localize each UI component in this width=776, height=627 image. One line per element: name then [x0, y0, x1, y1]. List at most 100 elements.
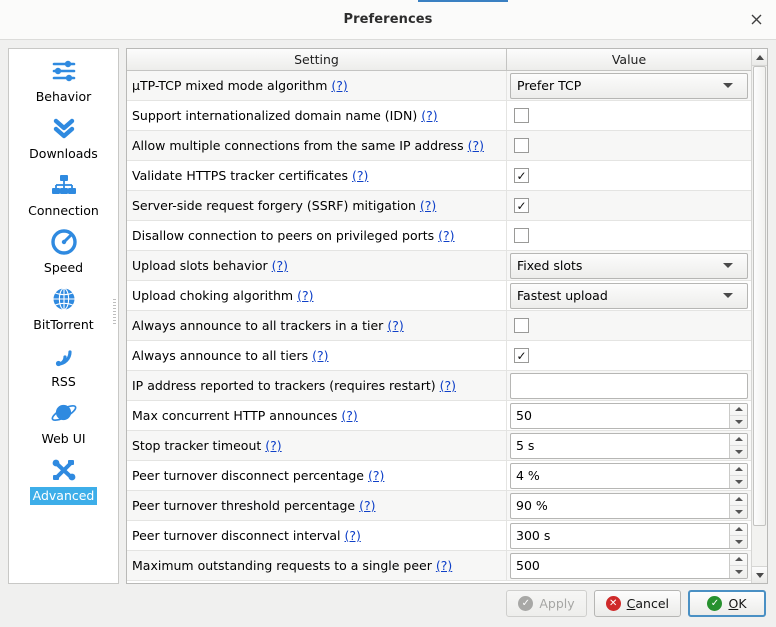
apply-button[interactable]: ✓ Apply: [506, 590, 587, 617]
spinbox-decrement-icon[interactable]: [730, 476, 747, 488]
cancel-button[interactable]: ✕ Cancel: [593, 590, 681, 617]
table-row[interactable]: µTP-TCP mixed mode algorithm (?) Prefer …: [127, 71, 751, 101]
table-row[interactable]: Support internationalized domain name (I…: [127, 101, 751, 131]
spinbox-increment-icon[interactable]: [730, 494, 747, 506]
cell-setting: Allow multiple connections from the same…: [127, 131, 507, 160]
setting-label: Upload slots behavior: [132, 258, 268, 273]
spinbox-peer-turnover-threshold-percentage[interactable]: 90 %: [510, 492, 748, 519]
checkbox-multiple-connections-same-ip[interactable]: [514, 138, 529, 153]
help-link-icon[interactable]: (?): [436, 558, 452, 573]
scrollbar-track[interactable]: [752, 66, 767, 566]
help-link-icon[interactable]: (?): [421, 108, 437, 123]
table-row[interactable]: Peer turnover threshold percentage (?) 9…: [127, 491, 751, 521]
checkbox-disallow-privileged-ports[interactable]: [514, 228, 529, 243]
setting-label: Stop tracker timeout: [132, 438, 262, 453]
sidebar-item-connection[interactable]: Connection: [9, 167, 118, 224]
combobox-upload-slots-behavior[interactable]: Fixed slots: [510, 252, 748, 279]
sidebar-item-advanced[interactable]: Advanced: [9, 452, 118, 509]
help-link-icon[interactable]: (?): [468, 138, 484, 153]
table-row[interactable]: Peer turnover disconnect interval (?) 30…: [127, 521, 751, 551]
help-link-icon[interactable]: (?): [265, 438, 281, 453]
table-row[interactable]: Stop tracker timeout (?) 5 s: [127, 431, 751, 461]
help-link-icon[interactable]: (?): [272, 258, 288, 273]
spinbox-peer-turnover-disconnect-percentage[interactable]: 4 %: [510, 462, 748, 489]
spinbox-increment-icon[interactable]: [730, 524, 747, 536]
help-link-icon[interactable]: (?): [344, 528, 360, 543]
help-link-icon[interactable]: (?): [359, 498, 375, 513]
spinbox-increment-icon[interactable]: [730, 434, 747, 446]
sidebar-item-web-ui[interactable]: Web UI: [9, 395, 118, 452]
spinbox-buttons: [729, 493, 747, 518]
input-ip-address-reported-to-trackers[interactable]: [510, 372, 748, 399]
scroll-up-icon[interactable]: [752, 49, 767, 66]
table-row[interactable]: Validate HTTPS tracker certificates (?) …: [127, 161, 751, 191]
spinbox-decrement-icon[interactable]: [730, 446, 747, 458]
checkbox-announce-all-tiers[interactable]: ✓: [514, 348, 529, 363]
help-link-icon[interactable]: (?): [368, 468, 384, 483]
table-row[interactable]: Upload slots behavior (?) Fixed slots: [127, 251, 751, 281]
spinbox-peer-turnover-disconnect-interval[interactable]: 300 s: [510, 522, 748, 549]
sidebar-item-label: Advanced: [29, 487, 98, 505]
spinbox-increment-icon[interactable]: [730, 554, 747, 566]
combobox-upload-choking-algorithm[interactable]: Fastest upload: [510, 282, 748, 309]
help-link-icon[interactable]: (?): [440, 378, 456, 393]
table-row[interactable]: Maximum outstanding requests to a single…: [127, 551, 751, 581]
cell-value: 500: [507, 551, 751, 580]
spinbox-increment-icon[interactable]: [730, 464, 747, 476]
cell-value: 4 %: [507, 461, 751, 490]
table-row[interactable]: Peer turnover disconnect percentage (?) …: [127, 461, 751, 491]
help-link-icon[interactable]: (?): [387, 318, 403, 333]
scroll-down-icon[interactable]: [752, 566, 767, 583]
setting-label: Always announce to all tiers: [132, 348, 309, 363]
checkbox-announce-all-trackers-in-tier[interactable]: [514, 318, 529, 333]
checkbox-ssrf-mitigation[interactable]: ✓: [514, 198, 529, 213]
table-vertical-scrollbar[interactable]: [751, 49, 767, 583]
sidebar-item-rss[interactable]: RSS: [9, 338, 118, 395]
cell-value: [507, 221, 751, 250]
sidebar-item-speed[interactable]: Speed: [9, 224, 118, 281]
sidebar-item-bittorrent[interactable]: BitTorrent: [9, 281, 118, 338]
checkbox-validate-https-tracker-certs[interactable]: ✓: [514, 168, 529, 183]
cell-value: Fastest upload: [507, 281, 751, 310]
help-link-icon[interactable]: (?): [438, 228, 454, 243]
sidebar-item-behavior[interactable]: Behavior: [9, 53, 118, 110]
setting-label: Support internationalized domain name (I…: [132, 108, 418, 123]
help-link-icon[interactable]: (?): [352, 168, 368, 183]
spinbox-max-concurrent-http-announces[interactable]: 50: [510, 402, 748, 429]
help-link-icon[interactable]: (?): [341, 408, 357, 423]
spinbox-max-outstanding-requests[interactable]: 500: [510, 552, 748, 579]
close-icon[interactable]: [745, 9, 767, 31]
table-row[interactable]: Server-side request forgery (SSRF) mitig…: [127, 191, 751, 221]
table-row[interactable]: Upload choking algorithm (?) Fastest upl…: [127, 281, 751, 311]
spinbox-stop-tracker-timeout[interactable]: 5 s: [510, 432, 748, 459]
ok-button[interactable]: ✓ OK: [688, 590, 766, 617]
scrollbar-thumb[interactable]: [753, 66, 766, 526]
spinbox-decrement-icon[interactable]: [730, 536, 747, 548]
sidebar-item-downloads[interactable]: Downloads: [9, 110, 118, 167]
column-header-setting[interactable]: Setting: [127, 49, 507, 70]
setting-label: Maximum outstanding requests to a single…: [132, 558, 432, 573]
sidebar-item-label: Speed: [43, 260, 84, 275]
spinbox-increment-icon[interactable]: [730, 404, 747, 416]
table-row[interactable]: Always announce to all trackers in a tie…: [127, 311, 751, 341]
help-link-icon[interactable]: (?): [312, 348, 328, 363]
table-row[interactable]: Max concurrent HTTP announces (?) 50: [127, 401, 751, 431]
combobox-utp-tcp-mixed-mode[interactable]: Prefer TCP: [510, 72, 748, 99]
column-header-value[interactable]: Value: [507, 49, 751, 70]
setting-label: Peer turnover disconnect percentage: [132, 468, 364, 483]
help-link-icon[interactable]: (?): [297, 288, 313, 303]
table-row[interactable]: Allow multiple connections from the same…: [127, 131, 751, 161]
checkbox-idn-support[interactable]: [514, 108, 529, 123]
table-row[interactable]: Always announce to all tiers (?) ✓: [127, 341, 751, 371]
table-row[interactable]: IP address reported to trackers (require…: [127, 371, 751, 401]
cell-setting: Support internationalized domain name (I…: [127, 101, 507, 130]
preferences-sidebar[interactable]: Behavior Downloads Connection Speed BitT…: [8, 48, 119, 584]
spinbox-decrement-icon[interactable]: [730, 566, 747, 578]
cell-setting: Peer turnover disconnect interval (?): [127, 521, 507, 550]
spinbox-decrement-icon[interactable]: [730, 506, 747, 518]
spinbox-decrement-icon[interactable]: [730, 416, 747, 428]
spinbox-buttons: [729, 433, 747, 458]
help-link-icon[interactable]: (?): [331, 78, 347, 93]
help-link-icon[interactable]: (?): [420, 198, 436, 213]
table-row[interactable]: Disallow connection to peers on privileg…: [127, 221, 751, 251]
